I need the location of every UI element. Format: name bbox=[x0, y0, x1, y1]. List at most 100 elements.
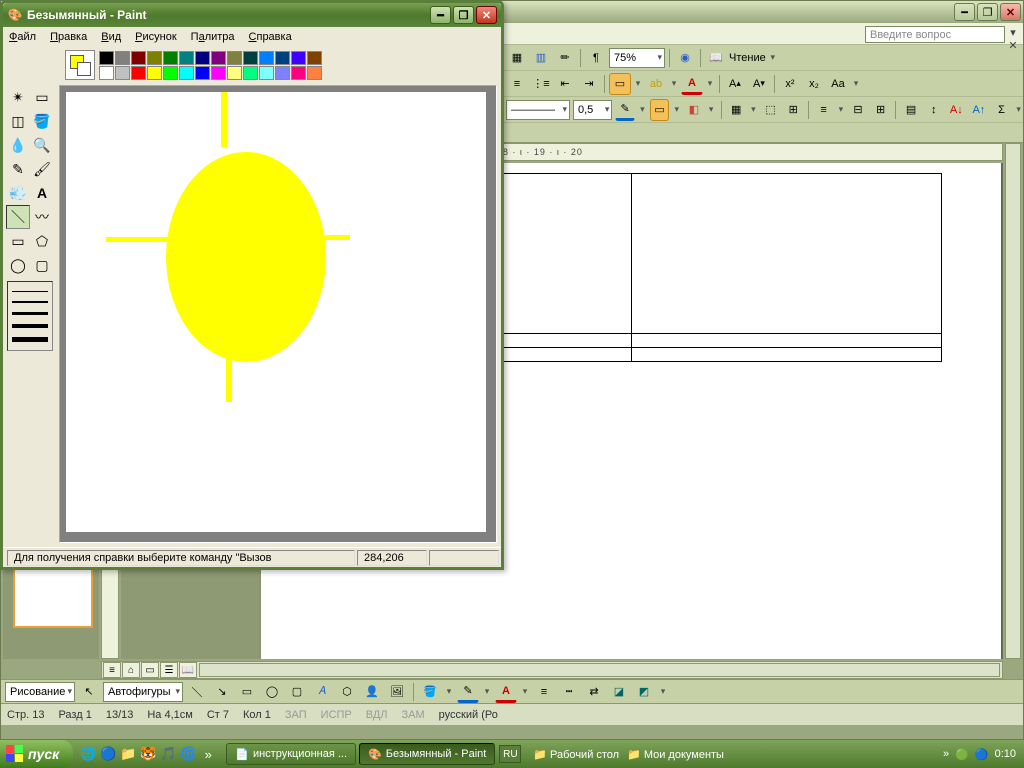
palette-color[interactable] bbox=[211, 51, 226, 65]
status-trk[interactable]: ИСПР bbox=[321, 709, 352, 721]
palette-color[interactable] bbox=[179, 66, 194, 80]
split-cells-icon[interactable]: ⊞ bbox=[783, 99, 803, 121]
brush-tool[interactable]: 🖌 bbox=[30, 157, 54, 181]
highlight-icon[interactable]: ab bbox=[645, 73, 667, 95]
distribute-rows-icon[interactable]: ⊟ bbox=[848, 99, 868, 121]
palette-color[interactable] bbox=[275, 66, 290, 80]
taskbar-item-paint[interactable]: 🎨Безымянный - Paint bbox=[359, 743, 495, 765]
superscript-icon[interactable]: x² bbox=[779, 73, 801, 95]
canvas[interactable] bbox=[66, 92, 486, 532]
diagram-icon[interactable]: ⬡ bbox=[336, 681, 358, 703]
palette-color[interactable] bbox=[291, 66, 306, 80]
palette-color[interactable] bbox=[243, 66, 258, 80]
rectangle-icon[interactable]: ▭ bbox=[236, 681, 258, 703]
clipart-icon[interactable]: 👤 bbox=[361, 681, 383, 703]
media-icon[interactable]: 🔵 bbox=[99, 745, 117, 763]
palette-color[interactable] bbox=[259, 66, 274, 80]
doc-map-icon[interactable]: ¶ bbox=[585, 47, 607, 69]
palette-color[interactable] bbox=[227, 66, 242, 80]
toolbar-overflow[interactable]: ▾ bbox=[851, 78, 861, 89]
roundrect-tool[interactable]: ▢ bbox=[30, 253, 54, 277]
shading-color-icon[interactable]: ◧ bbox=[684, 99, 704, 121]
tray-icon[interactable]: 🔵 bbox=[975, 748, 989, 761]
status-ovr[interactable]: ЗАМ bbox=[402, 709, 425, 721]
grow-font-icon[interactable]: A▴ bbox=[724, 73, 746, 95]
toolbar-overflow[interactable]: ▾ bbox=[1014, 104, 1023, 115]
palette-color[interactable] bbox=[131, 66, 146, 80]
tray-more[interactable]: » bbox=[943, 748, 949, 760]
drawing-menu[interactable]: Рисование bbox=[5, 682, 75, 702]
menu-edit[interactable]: Правка bbox=[50, 31, 87, 43]
language-indicator[interactable]: RU bbox=[499, 745, 521, 763]
autoshapes-menu[interactable]: Автофигуры bbox=[103, 682, 183, 702]
palette-color[interactable] bbox=[163, 51, 178, 65]
palette-color[interactable] bbox=[99, 51, 114, 65]
fill-color-icon[interactable]: 🪣 bbox=[419, 681, 441, 703]
rectangle-tool[interactable]: ▭ bbox=[6, 229, 30, 253]
oval-icon[interactable]: ◯ bbox=[261, 681, 283, 703]
palette-color[interactable] bbox=[275, 51, 290, 65]
palette-color[interactable] bbox=[163, 66, 178, 80]
palette-color[interactable] bbox=[115, 51, 130, 65]
reading-label[interactable]: Чтение bbox=[729, 52, 766, 64]
palette-color[interactable] bbox=[147, 66, 162, 80]
normal-view-icon[interactable]: ≡ bbox=[103, 662, 121, 678]
airbrush-tool[interactable]: 💨 bbox=[6, 181, 30, 205]
canvas-viewport[interactable] bbox=[59, 85, 497, 543]
border-color-icon[interactable]: ✎ bbox=[615, 99, 635, 121]
taskbar-item-word[interactable]: 📄инструкционная ... bbox=[226, 743, 356, 765]
increase-indent-icon[interactable]: ⇥ bbox=[578, 73, 600, 95]
ellipse-tool[interactable]: ◯ bbox=[6, 253, 30, 277]
palette-color[interactable] bbox=[291, 51, 306, 65]
outline-view-icon[interactable]: ☰ bbox=[160, 662, 178, 678]
font-color-icon[interactable]: A bbox=[495, 681, 517, 703]
picker-tool[interactable]: 💧 bbox=[6, 133, 30, 157]
paint-minimize-button[interactable]: ━ bbox=[430, 6, 451, 24]
reading-view-icon[interactable]: 📖 bbox=[179, 662, 197, 678]
autosum-icon[interactable]: Σ bbox=[992, 99, 1012, 121]
web-view-icon[interactable]: ⌂ bbox=[122, 662, 140, 678]
drawing-toggle-icon[interactable]: ✏ bbox=[554, 47, 576, 69]
wordart-icon[interactable]: 𝐴 bbox=[311, 681, 333, 703]
paint-maximize-button[interactable]: ❐ bbox=[453, 6, 474, 24]
menu-help[interactable]: Справка bbox=[249, 31, 292, 43]
toolbar-overflow[interactable]: ▾ bbox=[768, 52, 778, 63]
dash-style-icon[interactable]: ┅ bbox=[558, 681, 580, 703]
distribute-cols-icon[interactable]: ⊞ bbox=[871, 99, 891, 121]
3d-icon[interactable]: ◩ bbox=[633, 681, 655, 703]
tray-icon[interactable]: 🟢 bbox=[955, 748, 969, 761]
word-horizontal-scrollbar[interactable] bbox=[199, 663, 1000, 677]
tool-options[interactable] bbox=[7, 281, 53, 351]
sort-asc-icon[interactable]: A↓ bbox=[946, 99, 966, 121]
ask-question-dropdown[interactable]: ▾ ✕ bbox=[1006, 26, 1020, 43]
zoom-select[interactable]: 75% bbox=[609, 48, 665, 68]
numbered-list-icon[interactable]: ≡ bbox=[506, 73, 528, 95]
print-view-icon[interactable]: ▭ bbox=[141, 662, 159, 678]
outside-border-icon[interactable]: ▭ bbox=[650, 99, 670, 121]
picture-icon[interactable]: 🖼 bbox=[386, 681, 408, 703]
status-lang[interactable]: русский (Ро bbox=[439, 709, 498, 721]
textbox-icon[interactable]: ▢ bbox=[286, 681, 308, 703]
palette-color[interactable] bbox=[195, 51, 210, 65]
select-objects-icon[interactable]: ↖ bbox=[78, 681, 100, 703]
palette-color[interactable] bbox=[147, 51, 162, 65]
desktop-link[interactable]: 📁Рабочий стол bbox=[533, 748, 619, 761]
clock[interactable]: 0:10 bbox=[995, 748, 1016, 760]
text-direction-icon[interactable]: ↕ bbox=[924, 99, 944, 121]
palette-color[interactable] bbox=[259, 51, 274, 65]
align-cells-icon[interactable]: ≡ bbox=[814, 99, 834, 121]
palette-color[interactable] bbox=[195, 66, 210, 80]
toolbar-overflow[interactable]: ▾ bbox=[658, 686, 668, 697]
status-ext[interactable]: ВДЛ bbox=[366, 709, 388, 721]
shrink-font-icon[interactable]: A▾ bbox=[748, 73, 770, 95]
current-colors[interactable] bbox=[65, 50, 95, 80]
line-weight-select[interactable]: 0,5 bbox=[573, 100, 612, 120]
columns-icon[interactable]: ▥ bbox=[530, 47, 552, 69]
folder-icon[interactable]: 📁 bbox=[119, 745, 137, 763]
line-color-icon[interactable]: ✎ bbox=[457, 681, 479, 703]
paint-titlebar[interactable]: 🎨 Безымянный - Paint ━ ❐ ✕ bbox=[3, 3, 501, 27]
palette-color[interactable] bbox=[307, 66, 322, 80]
border-icon[interactable]: ▭ bbox=[609, 73, 631, 95]
line-style-icon[interactable]: ≡ bbox=[533, 681, 555, 703]
decrease-indent-icon[interactable]: ⇤ bbox=[554, 73, 576, 95]
